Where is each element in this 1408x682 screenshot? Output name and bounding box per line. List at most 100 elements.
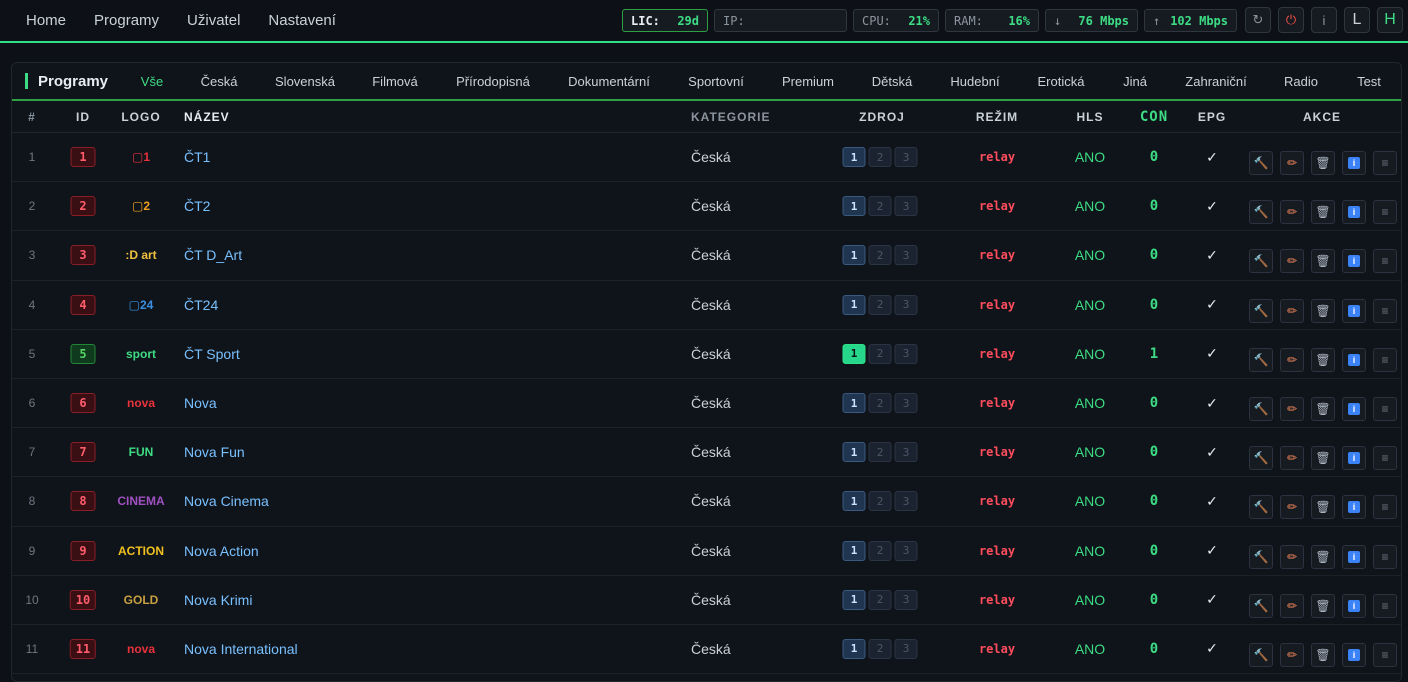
source-2-button[interactable]: 2 <box>868 393 892 414</box>
source-2-button[interactable]: 2 <box>868 245 892 266</box>
info-button[interactable]: i <box>1342 151 1366 176</box>
menu-button[interactable]: ≡ <box>1373 593 1397 618</box>
hammer-button[interactable]: 🔨 <box>1249 200 1273 225</box>
info-button[interactable]: i <box>1342 544 1366 569</box>
l-button[interactable]: L <box>1344 7 1370 33</box>
tab-zahranicni[interactable]: Zahraniční <box>1185 63 1246 101</box>
info-button[interactable]: i <box>1342 200 1366 225</box>
tab-slovenska[interactable]: Slovenská <box>275 63 335 101</box>
source-3-button[interactable]: 3 <box>894 638 918 659</box>
info-button[interactable]: i <box>1342 446 1366 471</box>
tab-vse[interactable]: Vše <box>141 63 163 101</box>
nav-nastaveni[interactable]: Nastavení <box>254 0 350 42</box>
channel-name[interactable]: Nova Action <box>184 527 259 575</box>
source-1-button[interactable]: 1 <box>842 343 866 364</box>
channel-name[interactable]: Nova International <box>184 625 298 673</box>
delete-button[interactable]: 🗑 <box>1311 200 1335 225</box>
delete-button[interactable]: 🗑 <box>1311 544 1335 569</box>
edit-button[interactable]: ✏ <box>1280 200 1304 225</box>
source-1-button[interactable]: 1 <box>842 589 866 610</box>
hammer-button[interactable]: 🔨 <box>1249 347 1273 372</box>
source-2-button[interactable]: 2 <box>868 442 892 463</box>
delete-button[interactable]: 🗑 <box>1311 151 1335 176</box>
source-2-button[interactable]: 2 <box>868 540 892 561</box>
delete-button[interactable]: 🗑 <box>1311 249 1335 274</box>
edit-button[interactable]: ✏ <box>1280 397 1304 422</box>
info-button[interactable]: i <box>1311 7 1337 33</box>
hammer-button[interactable]: 🔨 <box>1249 544 1273 569</box>
tab-detska[interactable]: Dětská <box>872 63 912 101</box>
source-3-button[interactable]: 3 <box>894 442 918 463</box>
source-2-button[interactable]: 2 <box>868 589 892 610</box>
source-2-button[interactable]: 2 <box>868 638 892 659</box>
source-1-button[interactable]: 1 <box>842 245 866 266</box>
nav-programy[interactable]: Programy <box>80 0 173 42</box>
hammer-button[interactable]: 🔨 <box>1249 151 1273 176</box>
info-button[interactable]: i <box>1342 642 1366 667</box>
edit-button[interactable]: ✏ <box>1280 593 1304 618</box>
tab-filmova[interactable]: Filmová <box>372 63 418 101</box>
channel-name[interactable]: ČT Sport <box>184 330 240 378</box>
tab-ceska[interactable]: Česká <box>201 63 238 101</box>
refresh-button[interactable]: ↻ <box>1245 7 1271 33</box>
tab-prirodopisna[interactable]: Přírodopisná <box>456 63 530 101</box>
hammer-button[interactable]: 🔨 <box>1249 298 1273 323</box>
tab-test[interactable]: Test <box>1357 63 1381 101</box>
delete-button[interactable]: 🗑 <box>1311 397 1335 422</box>
source-2-button[interactable]: 2 <box>868 491 892 512</box>
channel-name[interactable]: ČT D_Art <box>184 231 242 279</box>
hammer-button[interactable]: 🔨 <box>1249 446 1273 471</box>
info-button[interactable]: i <box>1342 593 1366 618</box>
channel-name[interactable]: Nova Fun <box>184 428 245 476</box>
delete-button[interactable]: 🗑 <box>1311 642 1335 667</box>
menu-button[interactable]: ≡ <box>1373 200 1397 225</box>
edit-button[interactable]: ✏ <box>1280 446 1304 471</box>
source-3-button[interactable]: 3 <box>894 196 918 217</box>
menu-button[interactable]: ≡ <box>1373 249 1397 274</box>
source-3-button[interactable]: 3 <box>894 245 918 266</box>
h-button[interactable]: H <box>1377 7 1403 33</box>
delete-button[interactable]: 🗑 <box>1311 446 1335 471</box>
tab-dokumentarni[interactable]: Dokumentární <box>568 63 650 101</box>
source-2-button[interactable]: 2 <box>868 196 892 217</box>
tab-premium[interactable]: Premium <box>782 63 834 101</box>
source-3-button[interactable]: 3 <box>894 147 918 168</box>
menu-button[interactable]: ≡ <box>1373 495 1397 520</box>
menu-button[interactable]: ≡ <box>1373 151 1397 176</box>
info-button[interactable]: i <box>1342 397 1366 422</box>
source-3-button[interactable]: 3 <box>894 343 918 364</box>
channel-name[interactable]: Nova Cinema <box>184 477 269 525</box>
source-1-button[interactable]: 1 <box>842 540 866 561</box>
source-1-button[interactable]: 1 <box>842 294 866 315</box>
source-2-button[interactable]: 2 <box>868 147 892 168</box>
channel-name[interactable]: ČT24 <box>184 281 218 329</box>
menu-button[interactable]: ≡ <box>1373 446 1397 471</box>
power-button[interactable]: ⏻ <box>1278 7 1304 33</box>
info-button[interactable]: i <box>1342 298 1366 323</box>
source-1-button[interactable]: 1 <box>842 442 866 463</box>
source-1-button[interactable]: 1 <box>842 638 866 659</box>
tab-radio[interactable]: Radio <box>1284 63 1318 101</box>
source-3-button[interactable]: 3 <box>894 491 918 512</box>
edit-button[interactable]: ✏ <box>1280 347 1304 372</box>
menu-button[interactable]: ≡ <box>1373 347 1397 372</box>
source-3-button[interactable]: 3 <box>894 393 918 414</box>
hammer-button[interactable]: 🔨 <box>1249 249 1273 274</box>
info-button[interactable]: i <box>1342 347 1366 372</box>
menu-button[interactable]: ≡ <box>1373 397 1397 422</box>
delete-button[interactable]: 🗑 <box>1311 298 1335 323</box>
edit-button[interactable]: ✏ <box>1280 151 1304 176</box>
delete-button[interactable]: 🗑 <box>1311 593 1335 618</box>
edit-button[interactable]: ✏ <box>1280 249 1304 274</box>
source-3-button[interactable]: 3 <box>894 540 918 561</box>
info-button[interactable]: i <box>1342 495 1366 520</box>
source-1-button[interactable]: 1 <box>842 147 866 168</box>
tab-hudebni[interactable]: Hudební <box>950 63 999 101</box>
source-1-button[interactable]: 1 <box>842 393 866 414</box>
info-button[interactable]: i <box>1342 249 1366 274</box>
edit-button[interactable]: ✏ <box>1280 495 1304 520</box>
menu-button[interactable]: ≡ <box>1373 642 1397 667</box>
menu-button[interactable]: ≡ <box>1373 544 1397 569</box>
edit-button[interactable]: ✏ <box>1280 298 1304 323</box>
delete-button[interactable]: 🗑 <box>1311 495 1335 520</box>
